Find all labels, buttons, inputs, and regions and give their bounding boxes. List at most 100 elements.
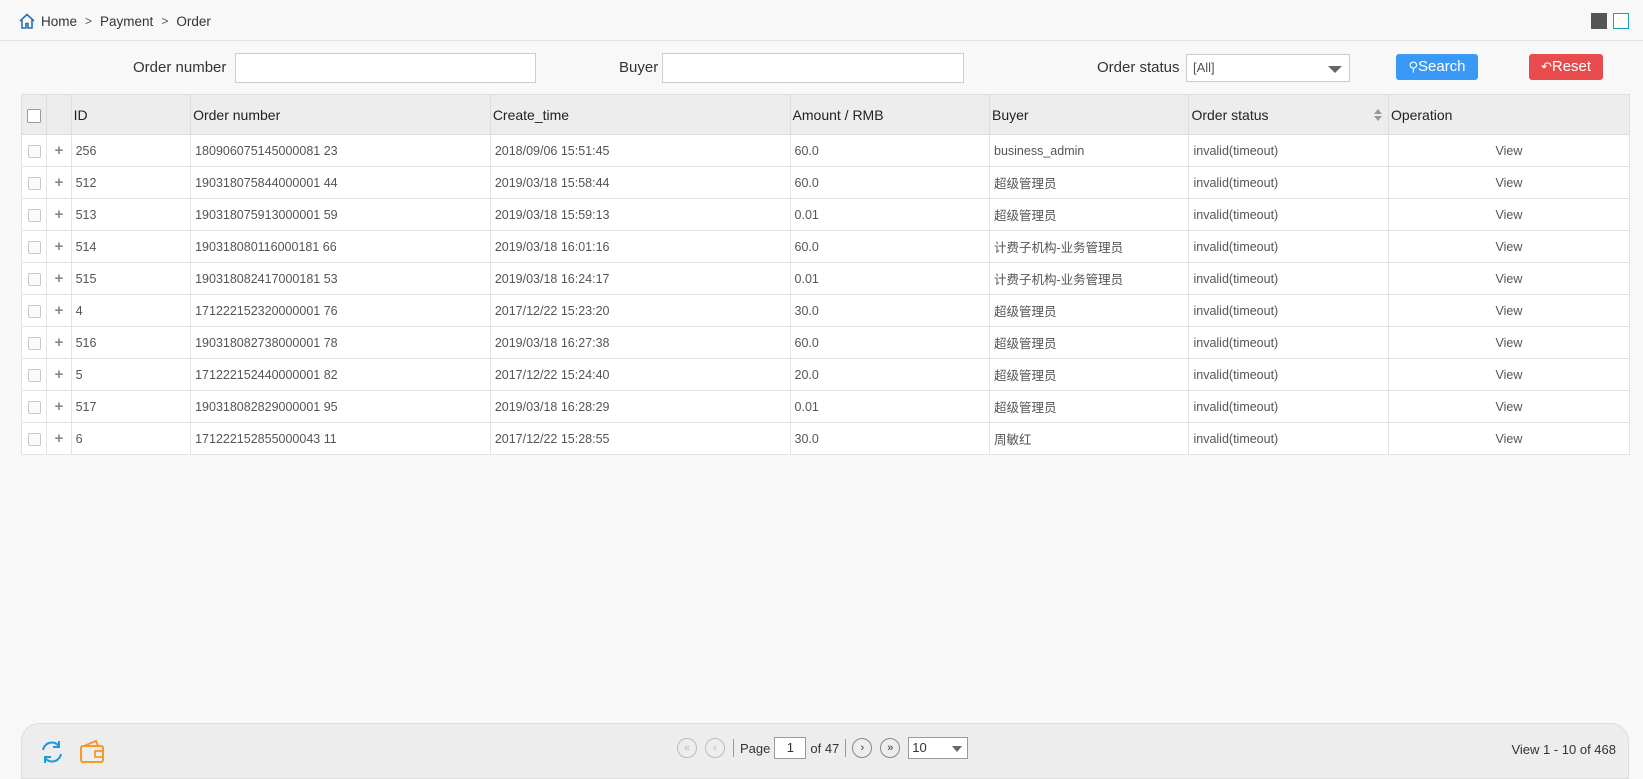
buyer-cell: 超级管理员 bbox=[988, 358, 1190, 391]
first-page-icon[interactable]: « bbox=[677, 738, 697, 758]
home-icon[interactable] bbox=[18, 12, 36, 30]
order-number-input[interactable] bbox=[235, 53, 536, 83]
search-icon: ⚲ bbox=[1408, 59, 1418, 74]
id-cell: 514 bbox=[70, 230, 192, 263]
column-header-id[interactable]: ID bbox=[70, 94, 192, 135]
row-checkbox[interactable] bbox=[27, 176, 41, 190]
expand-plus-icon[interactable]: + bbox=[55, 271, 64, 286]
page-size-select[interactable]: 10 bbox=[908, 737, 969, 759]
row-checkbox[interactable] bbox=[27, 400, 41, 414]
row-expand-cell: + bbox=[46, 198, 72, 231]
row-checkbox[interactable] bbox=[27, 336, 41, 350]
status-cell: invalid(timeout) bbox=[1188, 262, 1389, 295]
order-number-cell: 180906075145000081 23 bbox=[190, 134, 491, 167]
breadcrumb-order: Order bbox=[176, 13, 211, 29]
order-number-cell: 190318075913000001 59 bbox=[190, 198, 491, 231]
column-header-label: Buyer bbox=[992, 106, 1029, 123]
column-header-buyer[interactable]: Buyer bbox=[988, 94, 1190, 135]
expand-plus-icon[interactable]: + bbox=[55, 303, 64, 318]
expand-plus-icon[interactable]: + bbox=[55, 143, 64, 158]
refresh-icon[interactable] bbox=[38, 738, 66, 766]
operation-cell[interactable]: View bbox=[1387, 134, 1631, 167]
page-number-input[interactable]: 1 bbox=[774, 737, 807, 759]
reset-button[interactable]: ↶Reset bbox=[1529, 54, 1603, 80]
row-checkbox[interactable] bbox=[27, 368, 41, 382]
table-row[interactable]: +516 190318082738000001 78 2019/03/18 16:2… bbox=[20, 326, 1631, 359]
prev-page-icon[interactable]: ‹ bbox=[705, 738, 725, 758]
amount-cell: 60.0 bbox=[789, 166, 991, 199]
table-row[interactable]: +517 190318082829000001 95 2019/03/18 16:2… bbox=[20, 390, 1631, 423]
operation-cell[interactable]: View bbox=[1387, 166, 1631, 199]
buyer-input[interactable] bbox=[662, 53, 964, 83]
column-header-label: ID bbox=[73, 106, 88, 123]
operation-cell[interactable]: View bbox=[1387, 358, 1631, 391]
operation-cell[interactable]: View bbox=[1387, 294, 1631, 327]
order-status-select[interactable]: [All] bbox=[1186, 54, 1350, 82]
operation-cell[interactable]: View bbox=[1387, 230, 1631, 263]
row-select-cell bbox=[20, 230, 48, 263]
row-expand-cell: + bbox=[46, 230, 72, 263]
table-row[interactable]: +6 171222152855000043 11 2017/12/22 15:28:… bbox=[20, 422, 1631, 455]
row-checkbox[interactable] bbox=[27, 144, 41, 158]
row-expand-cell: + bbox=[46, 390, 72, 423]
row-expand-cell: + bbox=[46, 294, 72, 327]
order-number-cell: 171222152440000001 82 bbox=[190, 358, 491, 391]
operation-cell[interactable]: View bbox=[1387, 326, 1631, 359]
table-row[interactable]: +515 190318082417000181 53 2019/03/18 16:2… bbox=[20, 262, 1631, 295]
column-header-amount[interactable]: Amount / RMB bbox=[789, 94, 991, 135]
row-expand-cell: + bbox=[46, 326, 72, 359]
column-header-order-status[interactable]: Order status bbox=[1188, 94, 1389, 135]
column-header-create-time[interactable]: Create_time bbox=[489, 94, 791, 135]
light-theme-icon[interactable] bbox=[1613, 13, 1629, 29]
expand-plus-icon[interactable]: + bbox=[55, 239, 64, 254]
page-count: of 47 bbox=[810, 740, 840, 756]
operation-cell[interactable]: View bbox=[1387, 390, 1631, 423]
row-checkbox[interactable] bbox=[27, 208, 41, 222]
expand-plus-icon[interactable]: + bbox=[55, 335, 64, 350]
create-time-cell: 2019/03/18 16:24:17 bbox=[489, 262, 791, 295]
page-label: Page bbox=[740, 740, 771, 756]
pager-divider bbox=[845, 739, 847, 757]
amount-cell: 0.01 bbox=[789, 198, 991, 231]
expand-plus-icon[interactable]: + bbox=[55, 431, 64, 446]
table-row[interactable]: +4 171222152320000001 76 2017/12/22 15:23:… bbox=[20, 294, 1631, 327]
buyer-cell: 超级管理员 bbox=[988, 166, 1190, 199]
row-checkbox[interactable] bbox=[27, 432, 41, 446]
operation-cell[interactable]: View bbox=[1387, 198, 1631, 231]
expand-plus-icon[interactable]: + bbox=[55, 399, 64, 414]
next-page-icon[interactable]: › bbox=[852, 738, 873, 758]
create-time-cell: 2019/03/18 15:59:13 bbox=[489, 198, 791, 231]
dark-theme-icon[interactable] bbox=[1591, 13, 1607, 29]
search-button[interactable]: ⚲Search bbox=[1396, 54, 1478, 80]
breadcrumb-payment[interactable]: Payment bbox=[100, 14, 153, 29]
breadcrumb-home[interactable]: Home bbox=[41, 14, 77, 29]
expand-plus-icon[interactable]: + bbox=[55, 367, 64, 382]
column-header-order-number[interactable]: Order number bbox=[190, 94, 491, 135]
status-cell: invalid(timeout) bbox=[1188, 390, 1389, 423]
table-row[interactable]: +513 190318075913000001 59 2019/03/18 15:5… bbox=[20, 198, 1631, 231]
table-row[interactable]: +514 190318080116000181 66 2019/03/18 16:0… bbox=[20, 230, 1631, 263]
table-row[interactable]: +5 171222152440000001 82 2017/12/22 15:24:… bbox=[20, 358, 1631, 391]
operation-cell[interactable]: View bbox=[1387, 422, 1631, 455]
reset-button-label: Reset bbox=[1551, 58, 1592, 75]
create-time-cell: 2019/03/18 16:28:29 bbox=[489, 390, 791, 423]
row-checkbox[interactable] bbox=[27, 240, 41, 254]
row-checkbox[interactable] bbox=[27, 304, 41, 318]
table-row[interactable]: +512 190318075844000001 44 2019/03/18 15:5… bbox=[20, 166, 1631, 199]
id-cell: 512 bbox=[70, 166, 192, 199]
create-time-cell: 2017/12/22 15:28:55 bbox=[489, 422, 791, 455]
row-checkbox[interactable] bbox=[27, 272, 41, 286]
wallet-icon[interactable] bbox=[78, 738, 106, 766]
last-page-icon[interactable]: » bbox=[880, 738, 901, 758]
sort-icon[interactable] bbox=[1373, 109, 1382, 123]
amount-cell: 30.0 bbox=[789, 422, 991, 455]
view-info: View 1 - 10 of 468 bbox=[1511, 742, 1616, 757]
row-select-cell bbox=[20, 134, 48, 167]
table-row[interactable]: +256 180906075145000081 23 2018/09/06 15:5… bbox=[20, 134, 1631, 167]
chevron-down-icon bbox=[952, 746, 963, 752]
expand-plus-icon[interactable]: + bbox=[55, 207, 64, 222]
operation-cell[interactable]: View bbox=[1387, 262, 1631, 295]
buyer-cell: 超级管理员 bbox=[988, 198, 1190, 231]
select-all-checkbox[interactable] bbox=[27, 108, 42, 123]
expand-plus-icon[interactable]: + bbox=[55, 175, 64, 190]
